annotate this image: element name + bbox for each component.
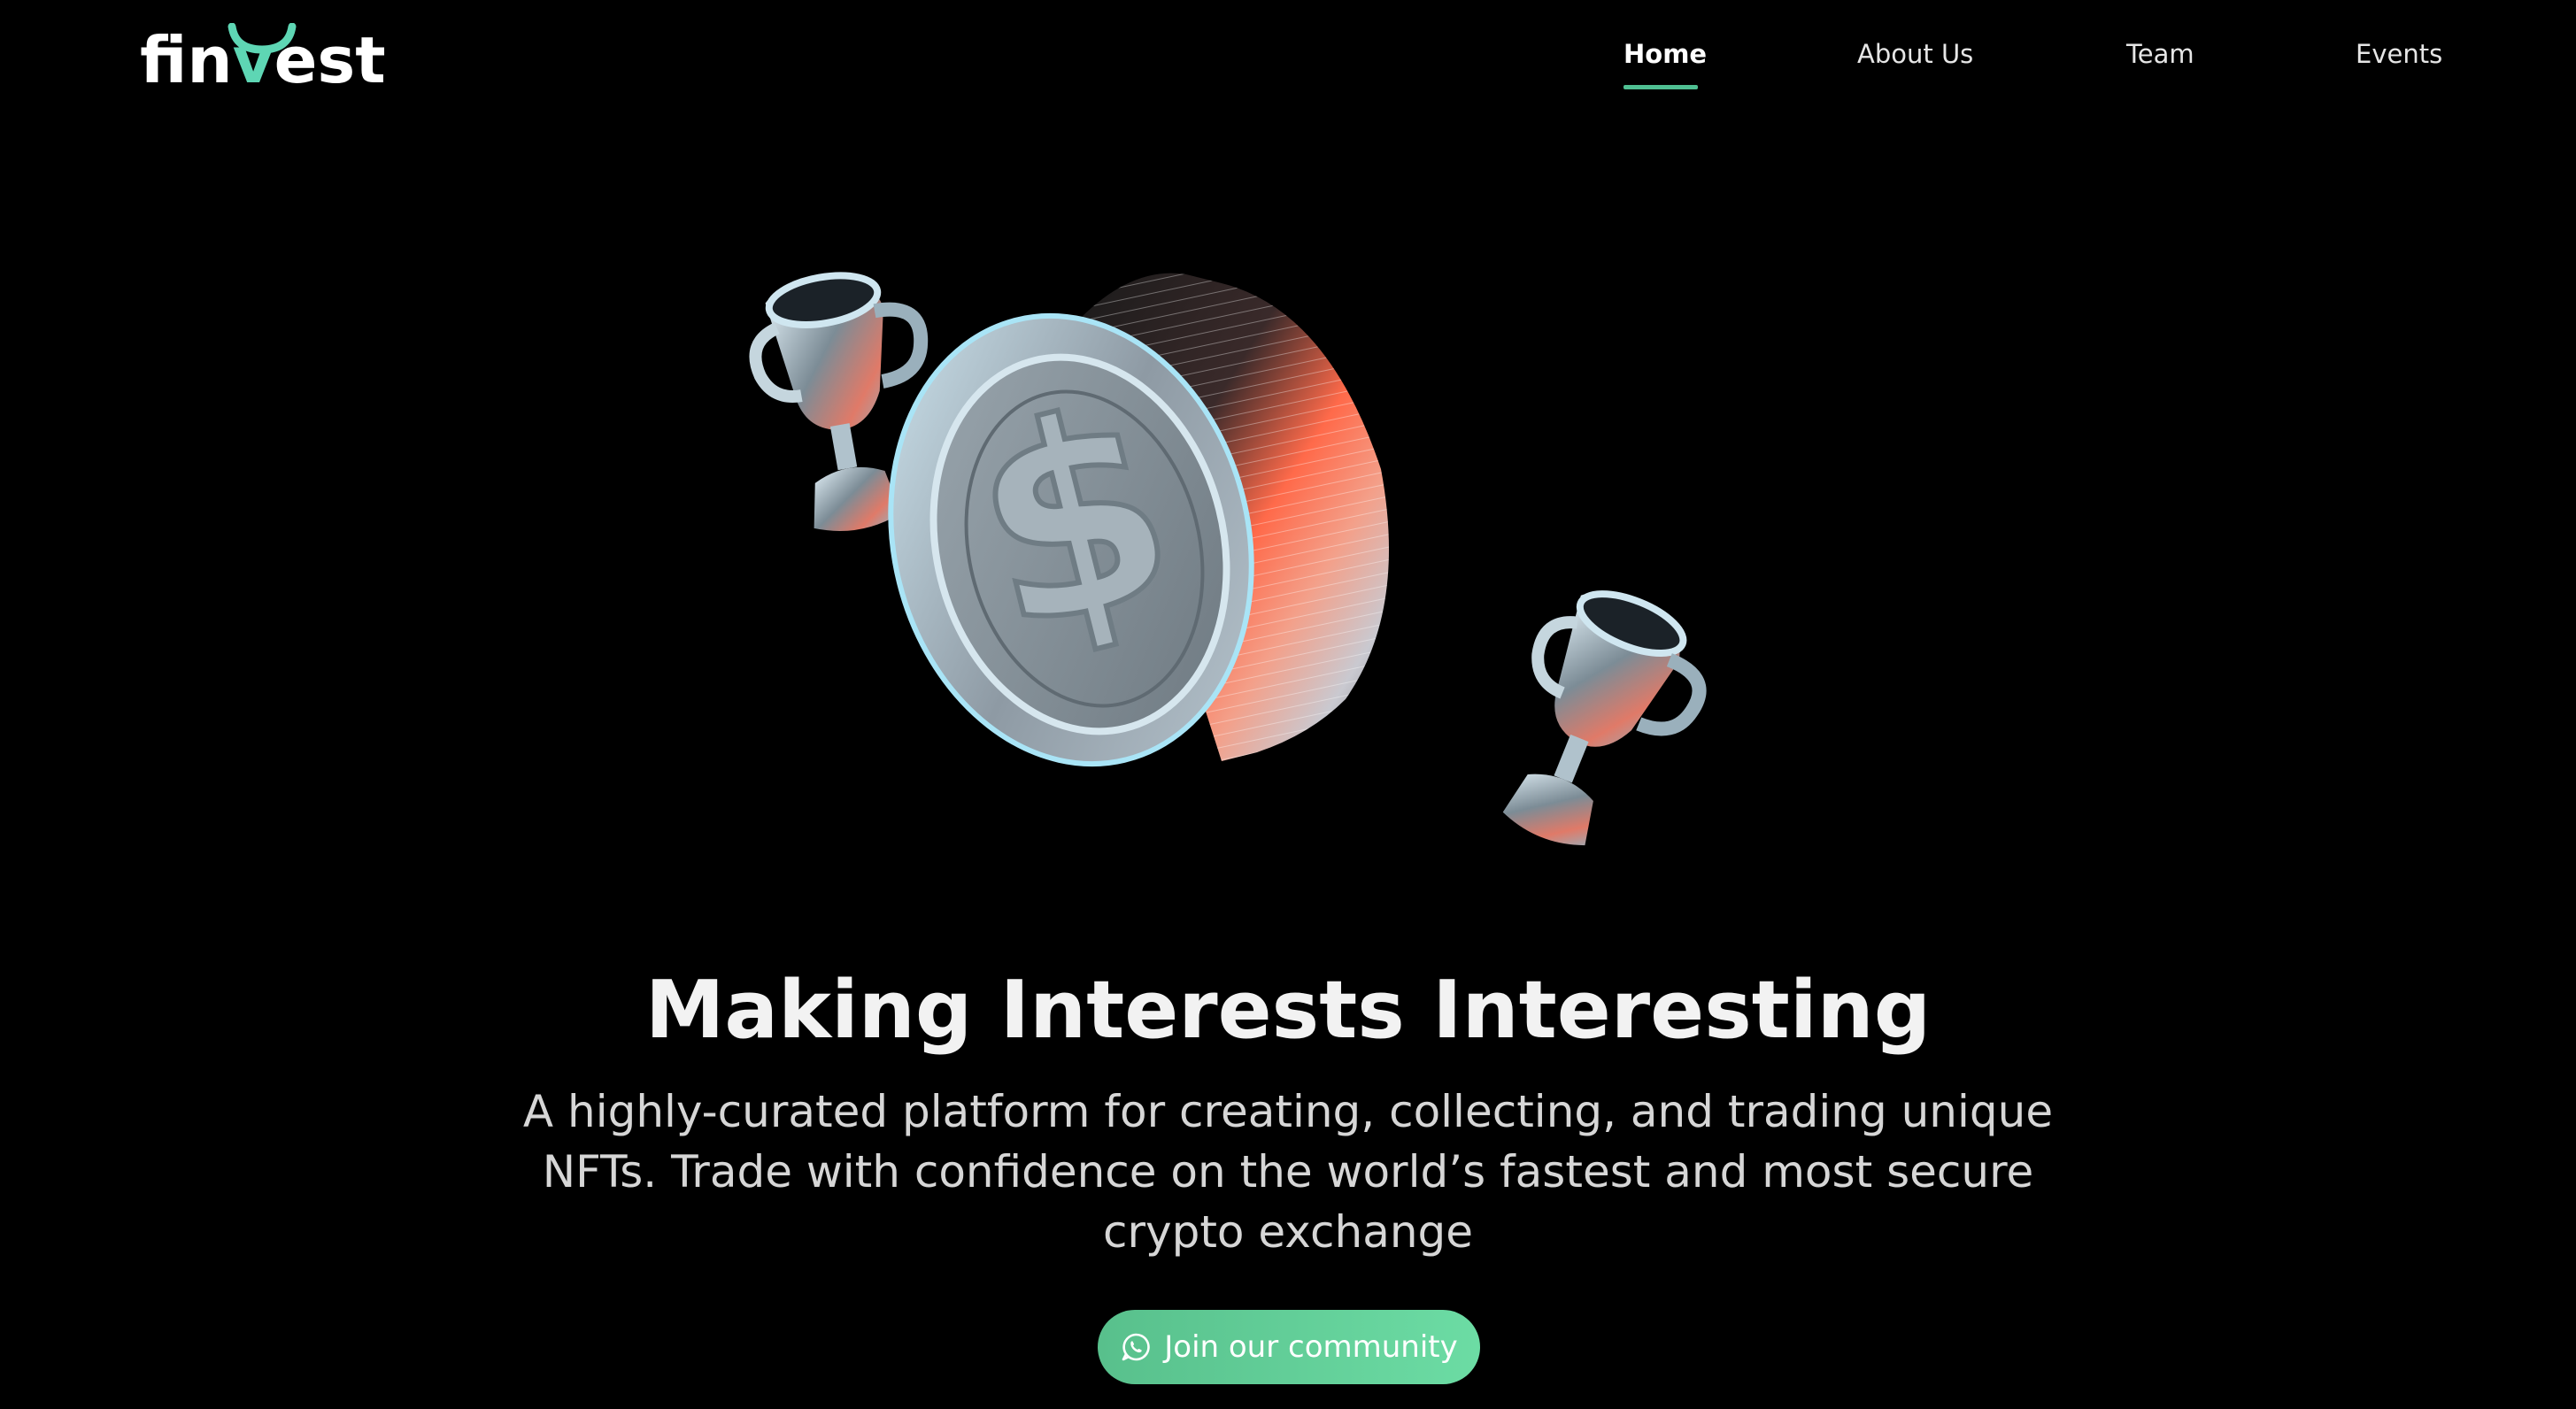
join-community-button[interactable]: Join our community — [1098, 1310, 1480, 1384]
nav-item-team[interactable]: Team — [2126, 39, 2194, 69]
nav-item-events[interactable]: Events — [2356, 39, 2442, 69]
hero-subtext: A highly-curated platform for creating, … — [522, 1086, 2054, 1258]
hero-illustration: $ — [749, 272, 1707, 846]
join-community-label: Join our community — [1164, 1329, 1458, 1365]
trophy-icon — [1502, 590, 1707, 846]
landing-page: finvest Home About Us Team Events $ Maki… — [0, 0, 2576, 1409]
nav-item-home[interactable]: Home — [1623, 39, 1707, 69]
nav-item-about-us[interactable]: About Us — [1857, 39, 1973, 69]
nav-active-underline — [1623, 85, 1698, 89]
main-nav: Home About Us Team Events — [0, 39, 2576, 92]
whatsapp-icon — [1122, 1333, 1150, 1361]
hero-headline: Making Interests Interesting — [644, 964, 1932, 1057]
